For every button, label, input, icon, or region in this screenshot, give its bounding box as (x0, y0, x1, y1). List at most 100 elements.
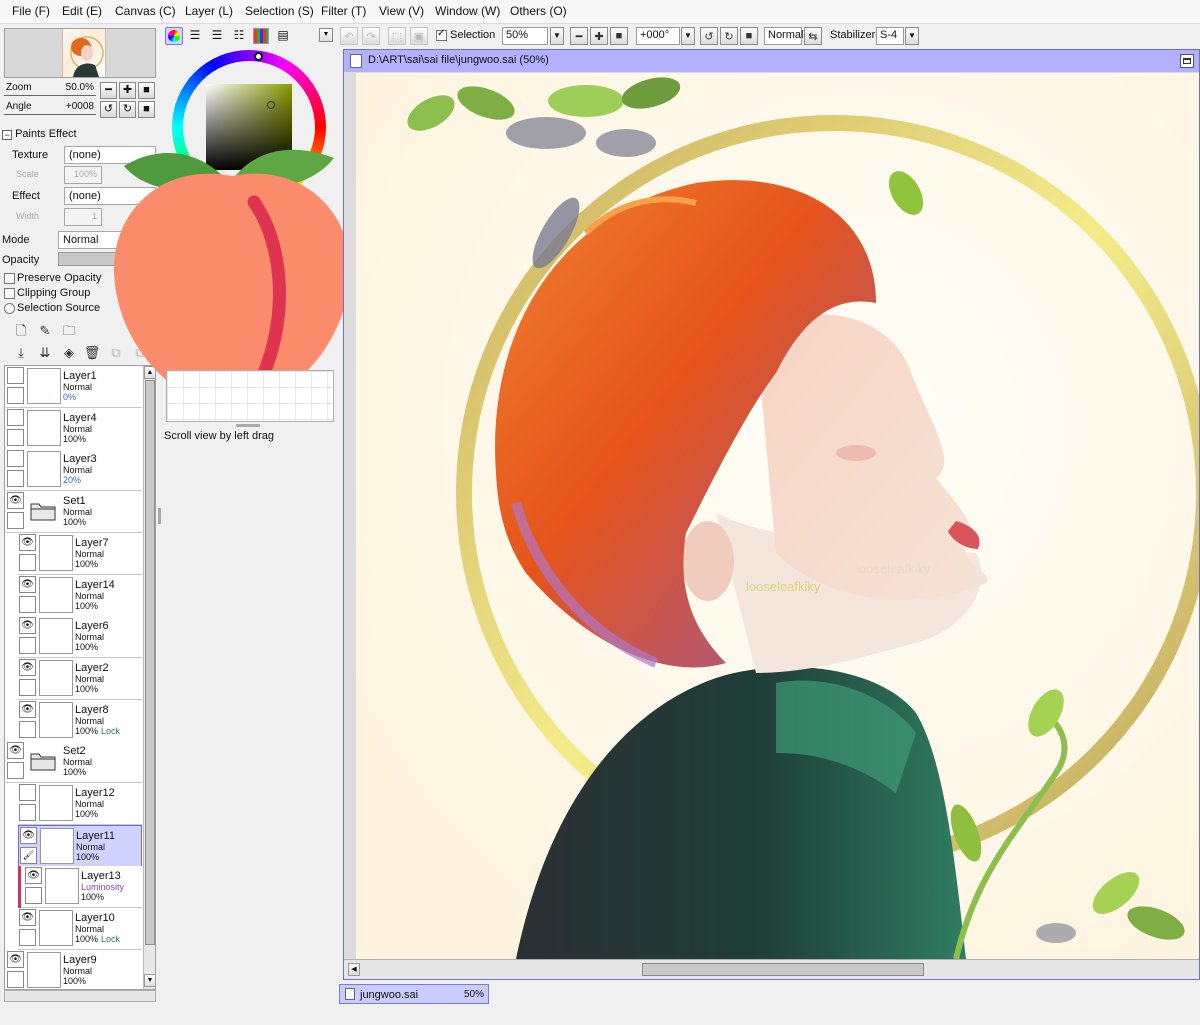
zoom-field[interactable]: 50% (502, 27, 548, 45)
canvas-artwork[interactable]: looseleafkiky looseleafkiky (356, 73, 1199, 959)
width-field[interactable]: 1 (64, 208, 102, 226)
zoom-in-button[interactable]: ✚ (590, 27, 608, 45)
menu-view[interactable]: View (V) (379, 4, 424, 18)
flip-view-button[interactable]: ⇆ (804, 27, 822, 45)
layer-row[interactable]: 👁 Layer13 Luminosity 100% (18, 866, 142, 908)
nav-zoom-reset-button[interactable]: ■ (138, 82, 155, 99)
clear-layer-button[interactable]: ◈ (60, 344, 78, 362)
layer-lock-toggle[interactable] (19, 721, 36, 738)
layer-row[interactable]: 👁 Layer8 Normal 100% Lock (18, 700, 142, 742)
layer-visibility-toggle[interactable] (7, 450, 24, 467)
angle-field[interactable]: +000° (636, 27, 680, 45)
canvas-scroll-thumb[interactable] (642, 963, 924, 976)
layer-row[interactable]: 👁 Layer14 Normal 100% (18, 575, 142, 617)
layer-list-hscrollbar[interactable] (4, 990, 156, 1002)
stabilizer-dropdown[interactable]: ▼ (905, 27, 919, 45)
redo-button[interactable]: ↷ (362, 27, 380, 45)
hue-picker-handle[interactable] (254, 52, 263, 61)
layer-lock-toggle[interactable] (7, 971, 24, 988)
layer-lock-toggle[interactable] (7, 512, 24, 529)
canvas-scroll-left[interactable]: ◀ (348, 963, 360, 976)
layer-visibility-toggle[interactable]: 👁 (19, 909, 36, 926)
layer-row[interactable]: 👁 Layer10 Normal 100% Lock (18, 908, 142, 950)
zoom-slider[interactable]: Zoom 50.0% (4, 81, 96, 98)
transfer-down-button[interactable]: ⤓ (12, 344, 30, 362)
blend-mode-field[interactable]: Normal (764, 27, 803, 45)
layer-visibility-toggle[interactable]: 👁 (19, 701, 36, 718)
stabilizer-field[interactable]: S-4 (876, 27, 904, 45)
layer-row[interactable]: 👁 Layer7 Normal 100% (18, 533, 142, 575)
color-wheel-tab[interactable] (165, 27, 183, 45)
angle-slider[interactable]: Angle +0008 (4, 100, 96, 117)
selection-source-radio[interactable] (4, 303, 15, 314)
nav-rotate-reset-button[interactable]: ■ (138, 101, 155, 118)
canvas-horizontal-scrollbar[interactable]: ◀ (344, 959, 1199, 979)
undo-button[interactable]: ↶ (340, 27, 358, 45)
layer-visibility-toggle[interactable]: 👁 (19, 659, 36, 676)
color-mix-tab[interactable]: ☷ (231, 28, 247, 44)
layer-visibility-toggle[interactable]: 👁 (19, 617, 36, 634)
layer-lock-toggle[interactable] (19, 554, 36, 571)
scale-field[interactable]: 100% (64, 166, 102, 184)
layer-visibility-toggle[interactable] (19, 784, 36, 801)
nav-zoom-out-button[interactable]: ━ (100, 82, 117, 99)
layer-row[interactable]: Layer12 Normal 100% (18, 783, 142, 825)
delete-layer-button[interactable]: 🗑 (83, 344, 101, 362)
layer-visibility-toggle[interactable]: 👁 (20, 827, 37, 844)
layer-row[interactable]: Layer3 Normal 20% (6, 449, 142, 491)
canvas-maximize-button[interactable] (1180, 54, 1194, 68)
hsv-slider-tab[interactable]: ☰ (209, 28, 225, 44)
new-folder-button[interactable]: 🗀 (60, 322, 78, 340)
preserve-opacity-checkbox[interactable] (4, 273, 15, 284)
scroll-down-arrow[interactable]: ▼ (144, 974, 155, 987)
layer-lock-toggle[interactable] (7, 387, 24, 404)
layer-visibility-toggle[interactable]: 👁 (7, 742, 24, 759)
angle-dropdown[interactable]: ▼ (681, 27, 695, 45)
new-layer-button[interactable]: 🗋 (12, 322, 30, 340)
menu-file[interactable]: File (F) (12, 4, 50, 18)
layer-row[interactable]: 👁 Layer2 Normal 100% (18, 658, 142, 700)
layer-visibility-toggle[interactable]: 👁 (19, 534, 36, 551)
zoom-out-button[interactable]: ━ (570, 27, 588, 45)
layer-row[interactable]: 👁 🖌 Layer11 Normal 100% (18, 825, 142, 867)
canvas-title-bar[interactable]: D:\ART\sai\sai file\jungwoo.sai (50%) (344, 50, 1199, 72)
paint-effect-header[interactable]: − Paints Effect (2, 128, 77, 140)
layer-row[interactable]: 👁 Layer6 Normal 100% (18, 616, 142, 658)
menu-edit[interactable]: Edit (E) (62, 4, 102, 18)
layer-row[interactable]: 👁 Layer9 Normal 100% (6, 950, 142, 989)
new-linework-layer-button[interactable]: ✎ (36, 322, 54, 340)
rotate-ccw-button[interactable]: ↺ (700, 27, 718, 45)
menu-layer[interactable]: Layer (L) (185, 4, 233, 18)
merge-down-button[interactable]: ⇊ (36, 344, 54, 362)
layer-lock-toggle[interactable]: 🖌 (20, 847, 37, 864)
zoom-reset-button[interactable]: ■ (610, 27, 628, 45)
layer-list-scrollbar[interactable]: ▲ ▼ (143, 366, 155, 989)
layer-list[interactable]: Layer1 Normal 0% Layer4 Normal 100% Layer3 Norm… (4, 365, 156, 990)
menu-window[interactable]: Window (W) (435, 4, 500, 18)
nav-rotate-ccw-button[interactable]: ↺ (100, 101, 117, 118)
layer-lock-toggle[interactable] (19, 596, 36, 613)
menu-canvas[interactable]: Canvas (C) (115, 4, 176, 18)
invert-selection-button[interactable]: ▣ (410, 27, 428, 45)
layer-lock-toggle[interactable] (7, 762, 24, 779)
scratchpad[interactable] (166, 370, 334, 422)
layer-visibility-toggle[interactable] (7, 367, 24, 384)
document-tab[interactable]: jungwoo.sai 50% (339, 984, 489, 1004)
selection-checkbox[interactable]: ✓ (436, 28, 447, 41)
nav-rotate-cw-button[interactable]: ↻ (119, 101, 136, 118)
layer-lock-toggle[interactable] (19, 929, 36, 946)
layer-lock-toggle[interactable] (25, 887, 42, 904)
layer-folder-row[interactable]: 👁 Set2 Normal 100% (6, 741, 142, 783)
layer-folder-row[interactable]: 👁 Set1 Normal 100% (6, 491, 142, 533)
layer-lock-toggle[interactable] (19, 804, 36, 821)
layer-row[interactable]: Layer4 Normal 100% (6, 408, 142, 450)
panel-resize-grip[interactable] (236, 424, 260, 427)
layer-lock-toggle[interactable] (7, 470, 24, 487)
layer-lock-toggle[interactable] (19, 679, 36, 696)
color-picker-handle[interactable] (267, 101, 275, 109)
deselect-button[interactable]: ⬚ (388, 27, 406, 45)
layer-visibility-toggle[interactable]: 👁 (7, 951, 24, 968)
clipping-group-checkbox[interactable] (4, 288, 15, 299)
layer-lock-toggle[interactable] (19, 637, 36, 654)
zoom-dropdown[interactable]: ▼ (550, 27, 564, 45)
